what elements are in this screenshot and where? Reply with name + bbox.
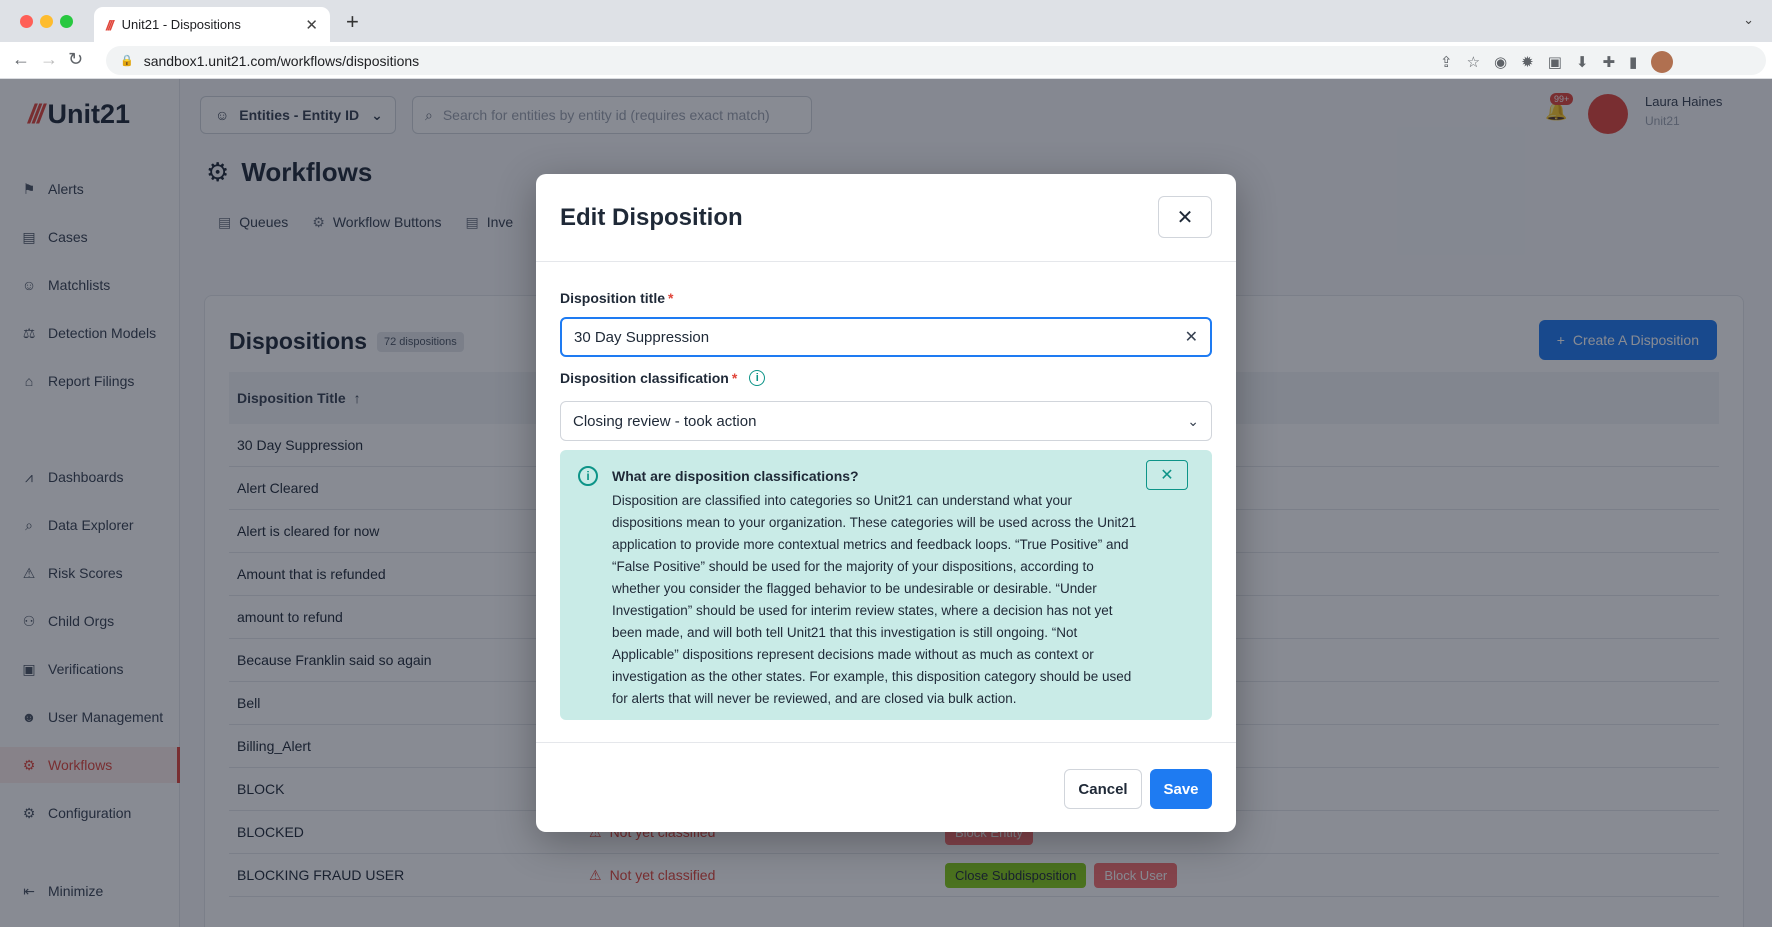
unit21-favicon-icon: /// [106, 16, 114, 33]
info-icon[interactable]: i [749, 370, 766, 386]
disposition-title-field[interactable]: ✕ [560, 317, 1212, 357]
sidepanel-icon[interactable]: ▮ [1629, 53, 1637, 71]
puzzle-icon[interactable]: ✚ [1602, 53, 1615, 71]
disposition-title-label: Disposition title * [560, 290, 673, 306]
window-close-button[interactable] [20, 15, 33, 28]
forward-arrow-icon[interactable]: → [40, 49, 58, 70]
extension2-icon[interactable]: ▣ [1548, 53, 1562, 71]
address-bar: ← → ↻ 🔒 sandbox1.unit21.com/workflows/di… [0, 42, 1772, 79]
info-title: What are disposition classifications? [612, 468, 859, 484]
modal-header: Edit Disposition ✕ [536, 174, 1236, 262]
disposition-classification-select[interactable]: Closing review - took action ⌄ [560, 401, 1212, 441]
browser-tabbar: /// Unit21 - Dispositions ✕ + ⌄ [0, 0, 1772, 42]
info-body: Disposition are classified into categori… [612, 493, 1137, 706]
tab-title: Unit21 - Dispositions [121, 17, 241, 32]
window-minimize-button[interactable] [40, 15, 53, 28]
star-icon[interactable]: ☆ [1467, 53, 1480, 71]
required-asterisk: * [731, 370, 738, 386]
reload-icon[interactable]: ↻ [68, 49, 83, 70]
required-asterisk: * [668, 290, 674, 306]
disposition-classification-label: Disposition classification * i [560, 370, 766, 386]
browser-tab[interactable]: /// Unit21 - Dispositions ✕ [94, 7, 330, 42]
settings-extension-icon[interactable]: ✹ [1521, 53, 1534, 71]
profile-avatar[interactable] [1651, 51, 1674, 73]
close-icon: ✕ [1160, 467, 1174, 484]
url-text: sandbox1.unit21.com/workflows/dispositio… [143, 52, 420, 69]
window-maximize-button[interactable] [60, 15, 73, 28]
edit-disposition-modal: Edit Disposition ✕ Disposition title* ✕ … [536, 174, 1236, 832]
disposition-title-input[interactable] [574, 328, 1185, 346]
label-text: Disposition title [560, 290, 665, 306]
clear-icon[interactable]: ✕ [1185, 327, 1198, 347]
lock-icon: 🔒 [120, 55, 134, 67]
info-dismiss-button[interactable]: ✕ [1146, 460, 1188, 490]
share-icon[interactable]: ⇪ [1440, 53, 1453, 71]
extension-icon[interactable]: ◉ [1494, 53, 1507, 71]
label-text: Disposition classification [560, 370, 729, 386]
browser-extensions: ⇪ ☆ ◉ ✹ ▣ ⬇ ✚ ▮ [1440, 51, 1674, 73]
back-arrow-icon[interactable]: ← [12, 49, 30, 70]
tab-list-chevron-icon[interactable]: ⌄ [1743, 12, 1754, 28]
download-icon[interactable]: ⬇ [1576, 53, 1589, 71]
tab-close-icon[interactable]: ✕ [305, 16, 318, 34]
selected-classification: Closing review - took action [573, 412, 757, 430]
modal-title: Edit Disposition [560, 204, 743, 231]
close-icon: ✕ [1176, 206, 1194, 229]
cancel-button[interactable]: Cancel [1064, 769, 1142, 809]
save-button[interactable]: Save [1150, 769, 1212, 809]
modal-footer: Cancel Save [536, 742, 1236, 832]
new-tab-button[interactable]: + [346, 9, 359, 35]
classification-info-box: i What are disposition classifications? … [560, 450, 1212, 720]
modal-close-button[interactable]: ✕ [1158, 196, 1212, 238]
info-icon: i [578, 466, 598, 486]
chevron-down-icon: ⌄ [1187, 412, 1199, 429]
